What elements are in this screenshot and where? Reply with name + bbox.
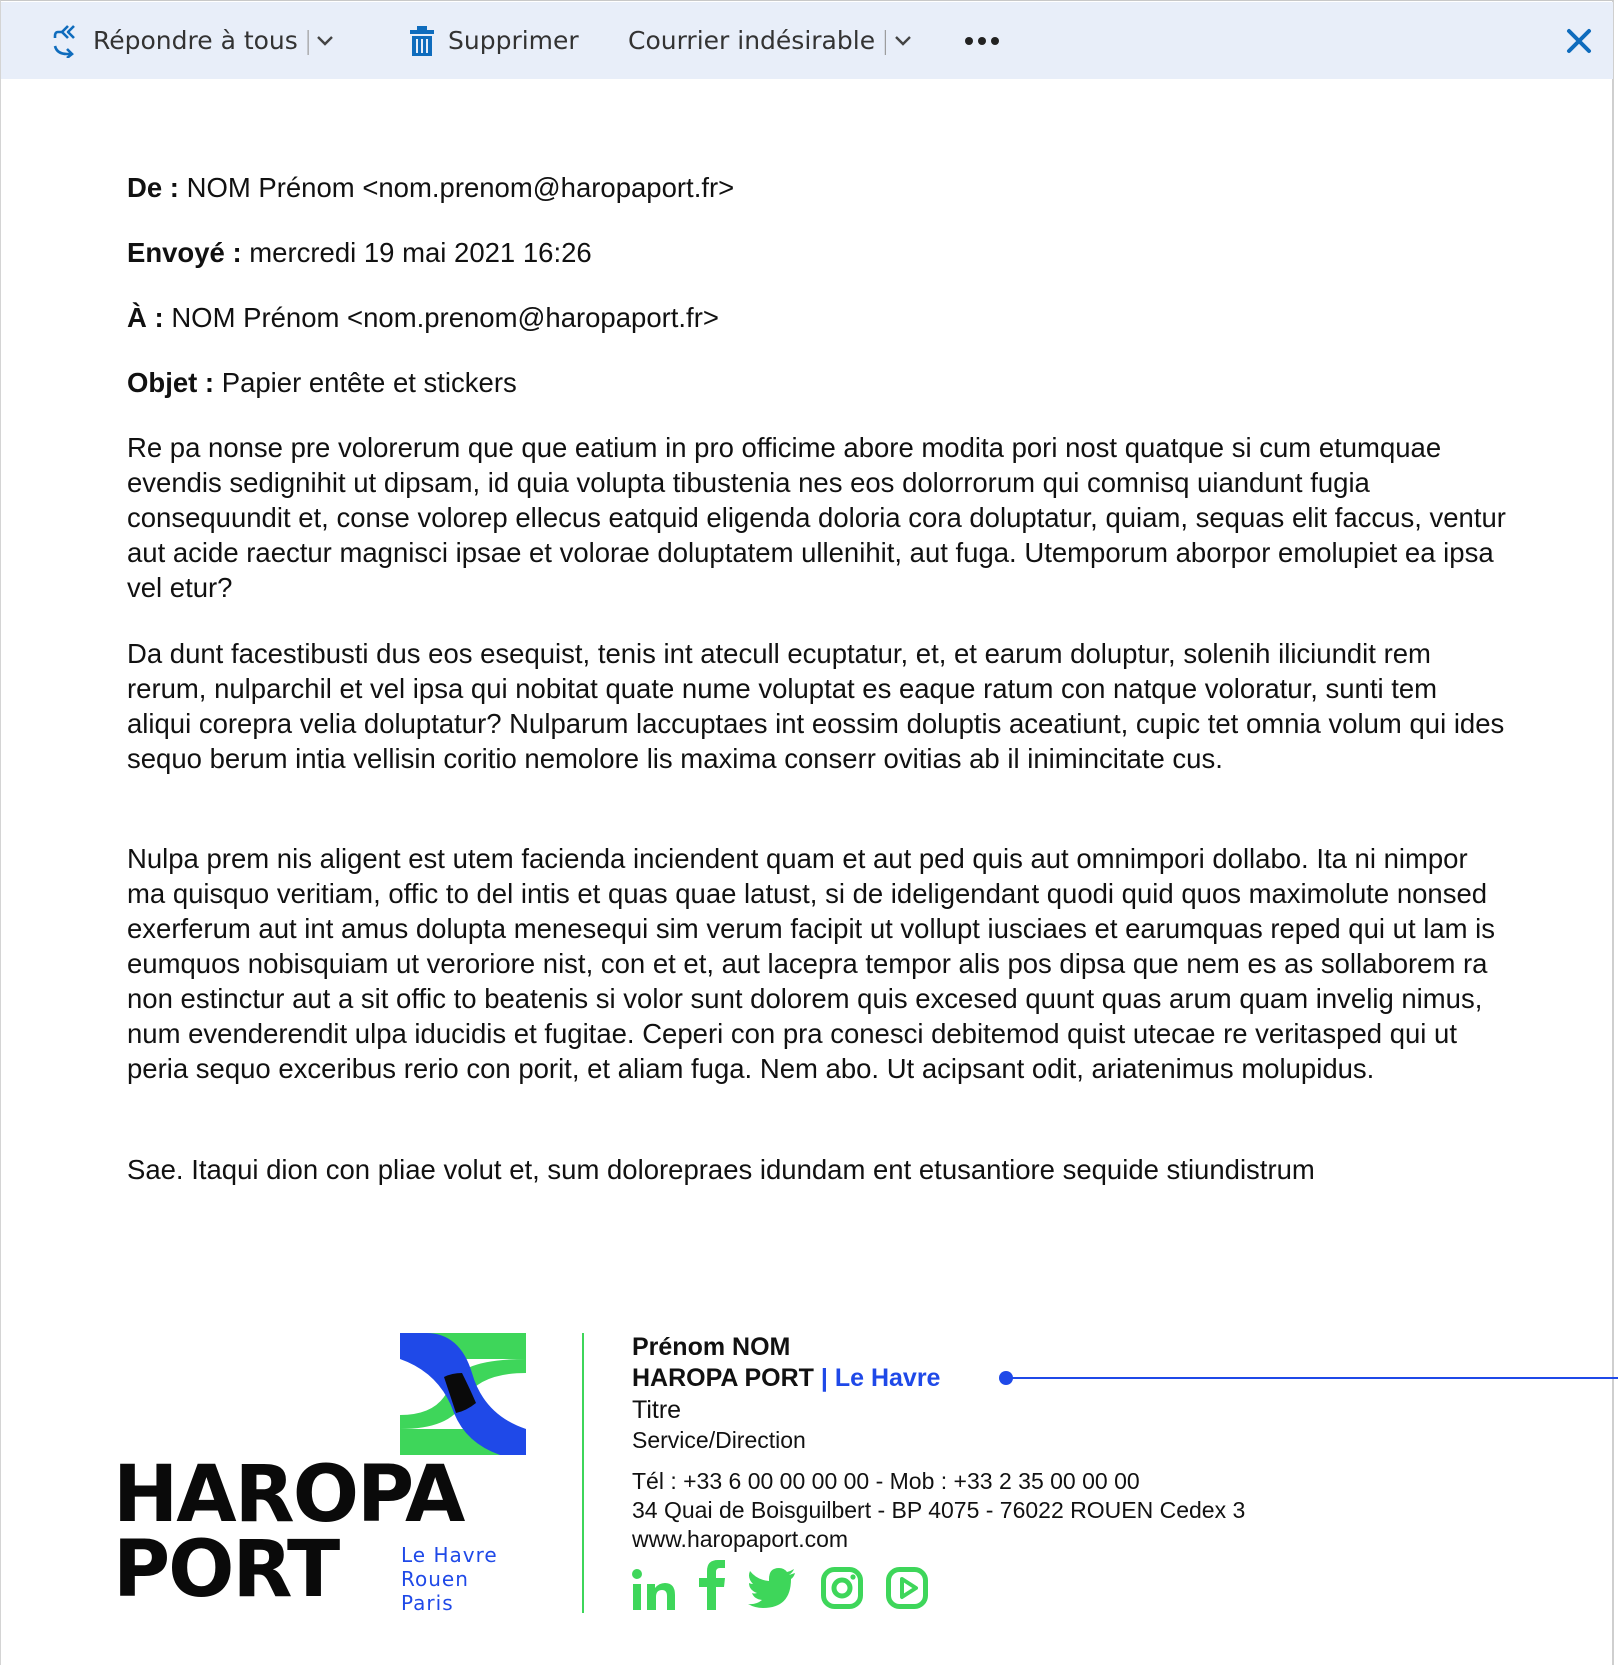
from-line: De : NOM Prénom <nom.prenom@haropaport.f… [127,170,734,205]
signature-phone: Tél : +33 6 00 00 00 00 - Mob : +33 2 35… [632,1468,1140,1494]
signature-service: Service/Direction [632,1427,806,1453]
sent-value: mercredi 19 mai 2021 16:26 [249,237,592,268]
separator: | [303,26,313,55]
body-paragraph: Nulpa prem nis aligent est utem facienda… [127,843,1496,1084]
trash-icon [410,25,434,57]
signature-company-line: HAROPA PORT | Le Havre [632,1364,940,1393]
signature-location: | Le Havre [820,1364,941,1392]
signature-title: Titre [632,1396,682,1424]
haropa-logo-mark [400,1333,526,1455]
signature-company: HAROPA PORT [632,1364,814,1392]
signature-name: Prénom NOM [632,1333,791,1361]
to-value: NOM Prénom <nom.prenom@haropaport.fr> [171,302,719,333]
subject-label: Objet : [127,367,215,398]
sent-label: Envoyé : [127,237,242,268]
youtube-icon[interactable] [885,1566,929,1610]
linkedin-icon[interactable] [630,1566,678,1614]
reply-all-icon [53,24,79,58]
logo-word-haropa: HAROPA [113,1450,465,1540]
logo-city: Paris [401,1591,454,1615]
to-line: À : NOM Prénom <nom.prenom@haropaport.fr… [127,300,719,335]
reply-all-label: Répondre à tous [93,26,298,55]
junk-button[interactable]: Courrier indésirable | [628,2,912,79]
separator: | [881,26,890,55]
body-paragraph: Re pa nonse pre volorerum que que eatium… [127,432,1506,603]
sent-line: Envoyé : mercredi 19 mai 2021 16:26 [127,235,592,270]
close-button[interactable] [1566,2,1592,79]
signature-divider [582,1333,584,1613]
message-toolbar: Répondre à tous | Supprimer Courrier ind… [1,2,1613,79]
instagram-icon[interactable] [820,1566,864,1610]
to-label: À : [127,302,164,333]
signature-address: 34 Quai de Boisguilbert - BP 4075 - 7602… [632,1497,1246,1523]
logo-city: Le Havre [401,1543,498,1567]
from-label: De : [127,172,179,203]
delete-button[interactable]: Supprimer [410,2,579,79]
close-icon [1566,28,1592,54]
more-button[interactable] [964,2,1000,79]
logo-word-port: PORT [113,1525,340,1615]
twitter-icon[interactable] [748,1566,796,1610]
reply-all-button[interactable]: Répondre à tous | [53,2,334,79]
signature-website[interactable]: www.haropaport.com [632,1526,848,1553]
from-value: NOM Prénom <nom.prenom@haropaport.fr> [186,172,735,203]
facebook-icon[interactable] [697,1560,727,1610]
body-paragraph: Da dunt facestibusti dus eos esequist, t… [127,638,1505,774]
signature-rule [1006,1377,1618,1379]
chevron-down-icon[interactable] [894,35,912,47]
junk-label: Courrier indésirable [628,26,876,55]
delete-label: Supprimer [448,26,579,55]
more-icon [964,36,1000,46]
chevron-down-icon[interactable] [316,35,334,47]
subject-value: Papier entête et stickers [221,367,517,398]
subject-line: Objet : Papier entête et stickers [127,365,517,400]
body-paragraph: Sae. Itaqui dion con pliae volut et, sum… [127,1154,1315,1185]
logo-city: Rouen [401,1567,469,1591]
